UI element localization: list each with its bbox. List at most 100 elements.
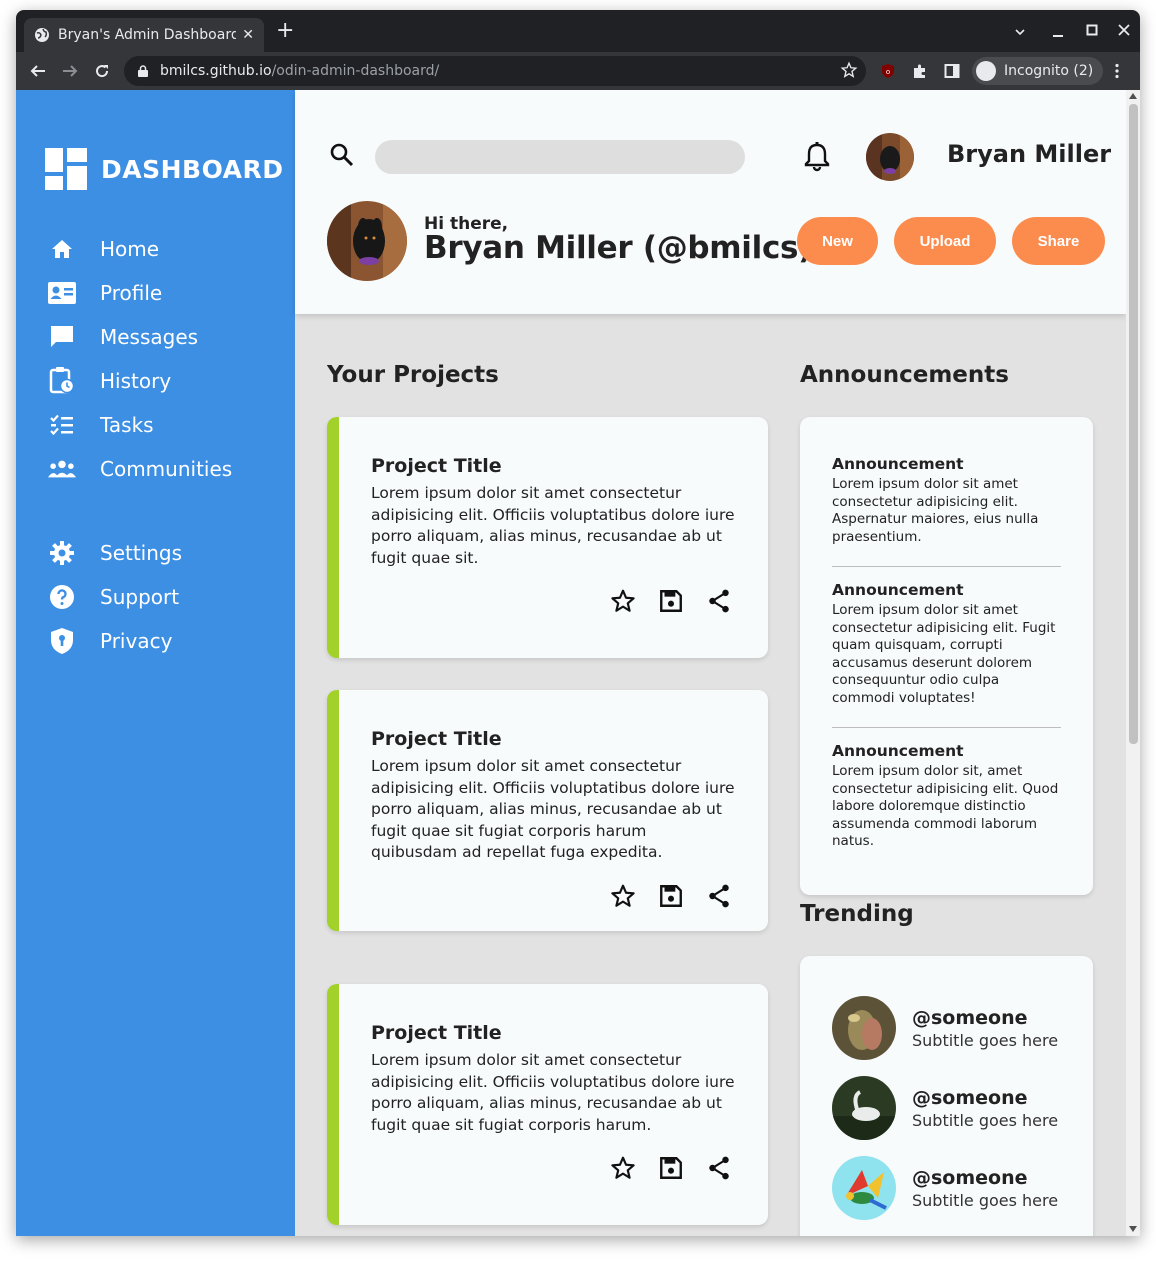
gear-icon — [48, 539, 76, 567]
page-viewport: DASHBOARD Home Profile Messages History … — [16, 90, 1140, 1236]
browser-tab[interactable]: Bryan's Admin Dashboard ✕ — [24, 18, 264, 52]
divider — [832, 566, 1061, 567]
announcement-item[interactable]: Announcement Lorem ipsum dolor sit, amet… — [832, 742, 1061, 851]
user-name: Bryan Miller — [947, 140, 1112, 168]
sidebar-item-label: History — [100, 369, 172, 393]
maximize-icon[interactable] — [1086, 24, 1098, 36]
project-title: Project Title — [371, 728, 502, 750]
page-header: Bryan Miller Hi there, Bryan Miller (@bm… — [295, 90, 1126, 314]
main-content: Bryan Miller Hi there, Bryan Miller (@bm… — [295, 90, 1126, 1236]
extensions-puzzle-icon[interactable] — [912, 63, 928, 79]
brand[interactable]: DASHBOARD — [45, 148, 284, 190]
announcement-item[interactable]: Announcement Lorem ipsum dolor sit amet … — [832, 455, 1061, 546]
trending-item[interactable]: @someone Subtitle goes here — [832, 996, 1058, 1060]
back-arrow-icon[interactable] — [30, 63, 46, 79]
star-icon[interactable] — [609, 882, 637, 910]
avatar — [832, 1076, 896, 1140]
sidebar-item-messages[interactable]: Messages — [48, 322, 198, 352]
trending-card: @someone Subtitle goes here @someone Sub… — [800, 956, 1093, 1236]
trending-subtitle: Subtitle goes here — [912, 1110, 1059, 1130]
ublock-shield-icon[interactable]: o — [880, 63, 896, 79]
star-icon[interactable] — [609, 587, 637, 615]
forward-arrow-icon[interactable] — [62, 63, 78, 79]
new-button[interactable]: New — [797, 217, 878, 265]
share-icon[interactable] — [705, 1154, 733, 1182]
share-button[interactable]: Share — [1012, 217, 1105, 265]
url-host: bmilcs.github.io — [160, 63, 272, 79]
sidebar-item-label: Profile — [100, 281, 163, 305]
avatar[interactable] — [866, 133, 914, 181]
incognito-profile-button[interactable]: Incognito (2) — [972, 57, 1104, 85]
projects-heading: Your Projects — [327, 362, 499, 388]
trending-subtitle: Subtitle goes here — [912, 1030, 1059, 1050]
trending-subtitle: Subtitle goes here — [912, 1190, 1059, 1210]
search-icon[interactable] — [329, 142, 355, 168]
announcement-body: Lorem ipsum dolor sit amet consectetur a… — [832, 602, 1056, 706]
project-card[interactable]: Project Title Lorem ipsum dolor sit amet… — [327, 984, 768, 1225]
save-icon[interactable] — [657, 1154, 685, 1182]
browser-titlebar: Bryan's Admin Dashboard ✕ + — [16, 10, 1140, 52]
avatar — [832, 1156, 896, 1220]
scroll-up-arrow-icon[interactable] — [1129, 93, 1137, 99]
project-description: Lorem ipsum dolor sit amet consectetur a… — [371, 757, 735, 861]
sidebar-item-settings[interactable]: Settings — [48, 538, 182, 568]
profile-avatar — [327, 201, 407, 281]
announcement-item[interactable]: Announcement Lorem ipsum dolor sit amet … — [832, 581, 1061, 707]
announcement-title: Announcement — [832, 581, 964, 599]
save-icon[interactable] — [657, 882, 685, 910]
sidebar-item-label: Privacy — [100, 629, 173, 653]
profile-label: Incognito (2) — [1004, 63, 1094, 79]
announcement-body: Lorem ipsum dolor sit, amet consectetur … — [832, 763, 1059, 849]
reload-icon[interactable] — [94, 63, 110, 79]
project-title: Project Title — [371, 455, 502, 477]
project-card[interactable]: Project Title Lorem ipsum dolor sit amet… — [327, 690, 768, 931]
page-scrollbar[interactable] — [1126, 90, 1140, 1236]
browser-window: Bryan's Admin Dashboard ✕ + bmilcs.githu… — [16, 10, 1140, 1236]
sidebar-item-profile[interactable]: Profile — [48, 278, 162, 308]
project-title: Project Title — [371, 1022, 502, 1044]
trending-heading: Trending — [800, 901, 914, 927]
upload-button[interactable]: Upload — [894, 217, 996, 265]
bell-icon[interactable] — [803, 142, 831, 172]
sidebar-item-tasks[interactable]: Tasks — [48, 410, 154, 440]
close-window-icon[interactable] — [1118, 24, 1130, 36]
minimize-icon[interactable] — [1052, 26, 1064, 38]
browser-menu-icon[interactable] — [1114, 63, 1120, 79]
svg-text:o: o — [886, 68, 890, 76]
scroll-thumb[interactable] — [1129, 104, 1138, 744]
trending-item[interactable]: @someone Subtitle goes here — [832, 1156, 1058, 1220]
sidebar-item-label: Communities — [100, 457, 233, 481]
trending-name: @someone — [912, 1006, 1028, 1029]
announcement-body: Lorem ipsum dolor sit amet consectetur a… — [832, 476, 1039, 545]
project-description: Lorem ipsum dolor sit amet consectetur a… — [371, 1051, 735, 1134]
address-bar[interactable]: bmilcs.github.io/odin-admin-dashboard/ — [124, 56, 866, 86]
trending-item[interactable]: @someone Subtitle goes here — [832, 1076, 1058, 1140]
trending-name: @someone — [912, 1166, 1028, 1189]
project-description: Lorem ipsum dolor sit amet consectetur a… — [371, 484, 735, 567]
save-icon[interactable] — [657, 587, 685, 615]
sidebar-item-home[interactable]: Home — [48, 234, 159, 264]
message-icon — [48, 323, 76, 351]
project-card[interactable]: Project Title Lorem ipsum dolor sit amet… — [327, 417, 768, 658]
sidebar-item-label: Messages — [100, 325, 199, 349]
history-icon — [48, 367, 76, 395]
search-input[interactable] — [375, 140, 745, 174]
trending-name: @someone — [912, 1086, 1028, 1109]
sidebar-item-privacy[interactable]: Privacy — [48, 626, 172, 656]
url-path: /odin-admin-dashboard/ — [271, 63, 440, 79]
sidebar-item-communities[interactable]: Communities — [48, 454, 232, 484]
share-icon[interactable] — [705, 587, 733, 615]
help-icon — [48, 583, 76, 611]
share-icon[interactable] — [705, 882, 733, 910]
new-tab-button[interactable]: + — [276, 20, 294, 42]
bookmark-star-icon[interactable] — [840, 61, 858, 79]
side-panel-icon[interactable] — [944, 63, 960, 79]
globe-icon — [35, 28, 49, 42]
chevron-down-icon[interactable] — [1014, 26, 1026, 38]
announcement-title: Announcement — [832, 742, 964, 760]
tab-close-icon[interactable]: ✕ — [242, 27, 254, 43]
scroll-down-arrow-icon[interactable] — [1129, 1226, 1137, 1232]
sidebar-item-history[interactable]: History — [48, 366, 171, 396]
star-icon[interactable] — [609, 1154, 637, 1182]
sidebar-item-support[interactable]: Support — [48, 582, 179, 612]
